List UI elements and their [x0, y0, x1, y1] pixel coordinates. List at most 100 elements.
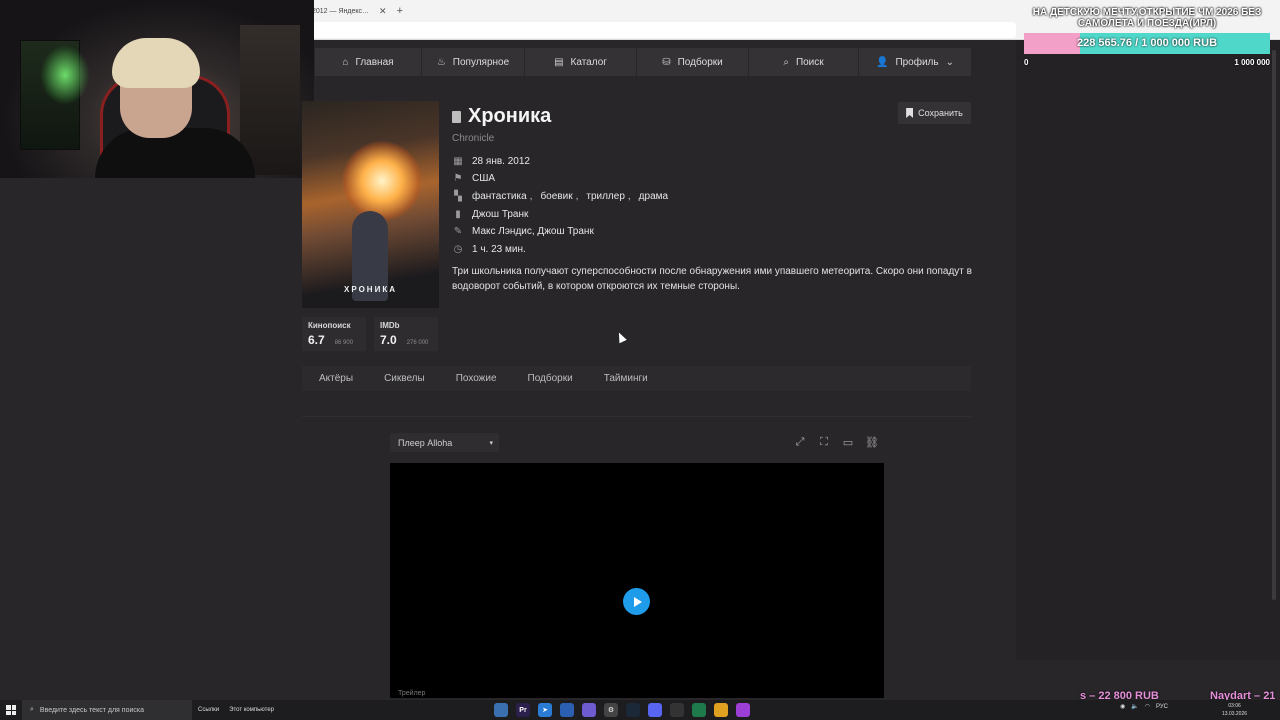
save-button[interactable]: Сохранить: [898, 102, 971, 124]
nav-item-profile[interactable]: 👤 Профиль ⌄: [859, 48, 971, 76]
genre-link[interactable]: фантастика: [472, 191, 527, 202]
camera-icon: ▮: [455, 208, 461, 220]
vpn-app-icon[interactable]: [582, 703, 596, 717]
flag-icon: ⚑: [453, 172, 463, 184]
nav-item-search[interactable]: ⌕ Поиск: [749, 48, 859, 76]
rating-imdb[interactable]: IMDb 7.0 276 000: [374, 317, 438, 351]
tab-actors[interactable]: Актёры: [319, 373, 353, 384]
start-button[interactable]: [0, 700, 22, 720]
chevron-down-icon: ▾: [489, 439, 493, 447]
expand-icon[interactable]: ⤢: [790, 433, 810, 452]
release-date-row: ▦ 28 янв. 2012: [452, 154, 530, 168]
webcam-light: [40, 45, 90, 105]
video-player[interactable]: [390, 463, 884, 698]
discord-app-icon[interactable]: [648, 703, 662, 717]
telegram-app-icon[interactable]: ➤: [538, 703, 552, 717]
taskbar-toolbars: Ссылки Этот компьютер: [198, 707, 274, 713]
nav-item-catalog[interactable]: ▤ Каталог: [525, 48, 637, 76]
tab-timings[interactable]: Тайминги: [604, 373, 648, 384]
movie-title: Хроника: [468, 105, 552, 127]
nav-item-label: Главная: [355, 56, 394, 68]
poster-title-text: ХРОНИКА: [344, 285, 397, 294]
edge-app-icon[interactable]: [692, 703, 706, 717]
genres-row: ▚ фантастика , боевик , триллер , драма: [452, 189, 668, 203]
movie-description: Три школьника получают суперспособности …: [452, 266, 972, 292]
search-icon: ⌕: [783, 56, 789, 68]
director[interactable]: Джош Транк: [472, 209, 528, 220]
genre-link[interactable]: драма: [639, 191, 668, 202]
page-scrollbar[interactable]: [1272, 50, 1276, 600]
address-bar[interactable]: [312, 22, 1016, 38]
writers[interactable]: Макс Лэндис, Джош Транк: [472, 226, 594, 237]
obs-app-icon[interactable]: [670, 703, 684, 717]
clock-time: 03:06: [1228, 703, 1241, 709]
language-indicator[interactable]: РУС: [1156, 704, 1168, 710]
nav-item-home[interactable]: ⌂ Главная: [315, 48, 422, 76]
pencil-icon: ✎: [453, 225, 463, 237]
system-tray: ◉ 🔈 ◠ РУС: [1120, 703, 1168, 711]
link-icon[interactable]: ⛓: [862, 433, 882, 452]
play-button[interactable]: [623, 588, 650, 615]
genre-link[interactable]: триллер: [586, 191, 625, 202]
nav-item-label: Профиль: [895, 56, 939, 68]
donation-max-label: 1 000 000: [1234, 58, 1270, 67]
wifi-icon[interactable]: ◠: [1145, 703, 1150, 710]
release-date: 28 янв. 2012: [472, 155, 530, 167]
comment-icon[interactable]: ▭: [838, 433, 858, 452]
windows-icon: [6, 705, 16, 715]
duration-row: ◷ 1 ч. 23 мин.: [452, 242, 526, 256]
rating-source: Кинопоиск: [308, 321, 351, 330]
writers-row: ✎ Макс Лэндис, Джош Транк: [452, 224, 594, 238]
rating-value: 6.7: [308, 333, 325, 347]
flame-icon: ♨: [436, 56, 446, 68]
browser-tab-label: 2012 — Яндекс…: [312, 7, 370, 15]
rating-value: 7.0: [380, 333, 397, 347]
taskbar-search[interactable]: ⌕ Введите здесь текст для поиска: [22, 700, 192, 720]
tab-sequels[interactable]: Сиквелы: [384, 373, 425, 384]
right-panel: [1016, 40, 1280, 660]
folder-icon: ▤: [554, 56, 564, 68]
nav-item-collections[interactable]: ⛁ Подборки: [637, 48, 749, 76]
tab-collections[interactable]: Подборки: [528, 373, 573, 384]
webcam-person-body: [95, 128, 255, 178]
nav-item-label: Подборки: [677, 56, 723, 68]
calculator-app-icon[interactable]: [494, 703, 508, 717]
fullscreen-icon[interactable]: ⛶: [814, 433, 834, 452]
director-row: ▮ Джош Транк: [452, 207, 528, 221]
country[interactable]: США: [472, 173, 495, 184]
taskbar-clock[interactable]: 03:06 13.03.2026: [1222, 702, 1247, 718]
webcam-door: [240, 25, 300, 175]
poster-explosion: [342, 141, 422, 221]
rating-kinopoisk[interactable]: Кинопоиск 6.7 86 900: [302, 317, 366, 351]
twitch-app-icon[interactable]: [736, 703, 750, 717]
close-tab-icon[interactable]: ✕: [379, 6, 387, 17]
genre-link[interactable]: боевик: [540, 191, 572, 202]
steam-app-icon[interactable]: [626, 703, 640, 717]
browser-app-icon[interactable]: [560, 703, 574, 717]
donation-min-label: 0: [1024, 58, 1029, 67]
play-icon: [633, 596, 642, 607]
links-toolbar[interactable]: Ссылки: [198, 707, 219, 713]
calendar-icon: ▦: [453, 155, 463, 167]
donation-amount: 228 565.76 / 1 000 000 RUB: [1076, 37, 1218, 49]
volume-icon[interactable]: 🔈: [1131, 703, 1138, 710]
browser-tab[interactable]: 2012 — Яндекс… ✕ +: [312, 3, 403, 19]
network-icon[interactable]: ◉: [1120, 703, 1125, 710]
film-icon: [452, 110, 461, 123]
settings-app-icon[interactable]: ⚙: [604, 703, 618, 717]
movie-tabs: Актёры Сиквелы Похожие Подборки Тайминги: [302, 366, 971, 391]
tab-similar[interactable]: Похожие: [456, 373, 497, 384]
nav-item-popular[interactable]: ♨ Популярное: [422, 48, 525, 76]
premiere-app-icon[interactable]: Pr: [516, 703, 530, 717]
new-tab-icon[interactable]: +: [397, 5, 403, 17]
genre-separator: ,: [529, 190, 533, 202]
video-label: Трейлер: [398, 690, 426, 697]
chrome-app-icon[interactable]: [714, 703, 728, 717]
movie-title-row: Хроника: [452, 105, 551, 128]
player-select-value: Плеер Alloha: [398, 437, 453, 448]
genre-separator: ,: [575, 190, 579, 202]
collection-icon: ⛁: [662, 56, 671, 68]
taskbar-search-placeholder: Введите здесь текст для поиска: [39, 706, 144, 714]
player-select[interactable]: Плеер Alloha ▾: [390, 433, 499, 452]
this-pc-toolbar[interactable]: Этот компьютер: [229, 707, 274, 713]
